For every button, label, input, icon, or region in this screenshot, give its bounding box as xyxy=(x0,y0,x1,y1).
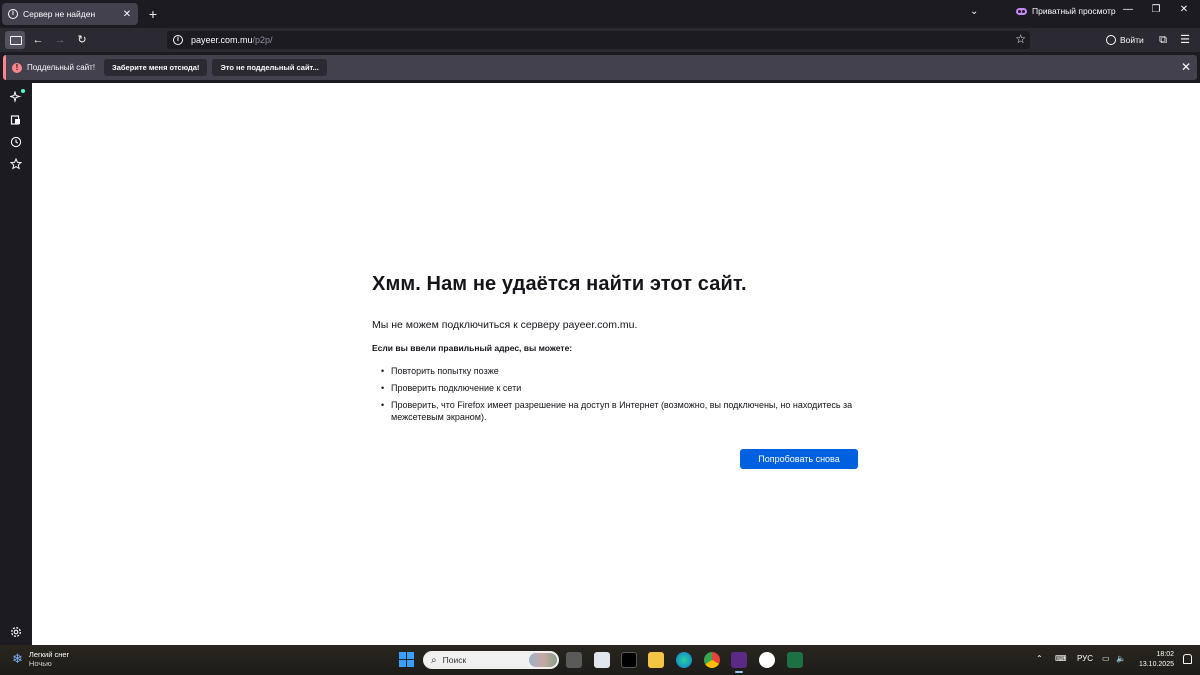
get-me-out-button[interactable]: Заберите меня отсюда! xyxy=(104,59,208,76)
navigation-toolbar: ← → ↻ i payeer.com.mu /p2p/ ☆ Войти ⧉ ☰ xyxy=(0,28,1200,52)
back-button[interactable]: ← xyxy=(29,32,47,48)
synced-tabs-icon[interactable] xyxy=(10,114,22,126)
keyboard-icon[interactable]: ⌨ xyxy=(1055,654,1067,663)
extensions-icon[interactable]: ⧉ xyxy=(1154,32,1172,48)
list-item: Повторить попытку позже xyxy=(372,365,858,377)
minimize-button[interactable]: — xyxy=(1118,4,1138,15)
yandex-browser-icon[interactable] xyxy=(759,652,775,668)
weather-widget[interactable]: ❄ Легкий снег Ночью xyxy=(12,650,69,668)
search-placeholder: Поиск xyxy=(442,655,467,665)
history-icon[interactable] xyxy=(10,136,22,148)
forward-button[interactable]: → xyxy=(51,32,69,48)
search-icon: ⌕ xyxy=(431,654,437,666)
network-icon[interactable]: ▭ xyxy=(1102,654,1110,663)
deceptive-site-notification: ! Поддельный сайт! Заберите меня отсюда!… xyxy=(3,55,1197,80)
tab-strip: i Сервер не найден ✕ + ⌄ Приватный просм… xyxy=(0,0,1200,28)
signin-label: Войти xyxy=(1120,35,1144,45)
status-dot xyxy=(21,89,25,93)
bookmark-star-icon[interactable]: ☆ xyxy=(1015,32,1026,46)
clock-date: 13.10.2025 xyxy=(1138,661,1174,668)
excel-icon[interactable] xyxy=(787,652,803,668)
error-title: Хмм. Нам не удаётся найти этот сайт. xyxy=(372,273,747,295)
try-again-button[interactable]: Попробовать снова xyxy=(740,449,858,469)
volume-icon[interactable]: 🔈 xyxy=(1116,654,1126,663)
private-mask-icon xyxy=(1016,7,1027,15)
notifications-icon[interactable] xyxy=(1183,654,1192,664)
clock[interactable]: 18:02 13.10.2025 xyxy=(1138,650,1174,670)
list-item: Проверить подключение к сети xyxy=(372,382,858,394)
sidebar-toggle-button[interactable] xyxy=(5,31,25,49)
account-signin-button[interactable]: Войти xyxy=(1106,32,1144,48)
sidebar xyxy=(0,83,32,645)
error-subheading: Если вы ввели правильный адрес, вы может… xyxy=(372,343,573,353)
error-container: Хмм. Нам не удаётся найти этот сайт. Мы … xyxy=(372,273,858,428)
private-browsing-indicator: Приватный просмотр xyxy=(1016,6,1116,16)
warning-icon: ! xyxy=(12,62,22,73)
terminal-app-icon[interactable] xyxy=(621,652,637,668)
reload-button[interactable]: ↻ xyxy=(73,32,91,48)
windows-logo-tile xyxy=(407,660,414,667)
new-tab-button[interactable]: + xyxy=(146,5,160,23)
store-icon[interactable] xyxy=(594,652,610,668)
site-info-icon[interactable]: i xyxy=(173,35,183,45)
tab-active[interactable]: i Сервер не найден ✕ xyxy=(2,3,138,25)
url-host: payeer.com.mu xyxy=(191,35,253,45)
url-bar[interactable]: i payeer.com.mu /p2p/ ☆ xyxy=(167,31,1030,49)
tab-title: Сервер не найден xyxy=(23,9,96,19)
sparkle-icon[interactable] xyxy=(8,89,25,103)
chevron-up-icon[interactable]: ⌃ xyxy=(1036,654,1043,663)
bookmarks-icon[interactable] xyxy=(9,157,23,170)
taskbar: ❄ Легкий снег Ночью ⌕ Поиск ⌃ ⌨ РУС ▭ 🔈 xyxy=(0,645,1200,675)
windows-logo-tile xyxy=(407,652,414,659)
tab-close-icon[interactable]: ✕ xyxy=(122,9,132,20)
menu-icon[interactable]: ☰ xyxy=(1176,32,1194,48)
screen: i Сервер не найден ✕ + ⌄ Приватный просм… xyxy=(0,0,1200,675)
list-all-tabs-button[interactable]: ⌄ xyxy=(970,6,978,17)
weather-condition: Легкий снег xyxy=(28,650,70,659)
language-indicator[interactable]: РУС xyxy=(1077,654,1093,663)
close-window-button[interactable]: ✕ xyxy=(1174,4,1194,15)
search-highlight-image xyxy=(529,653,557,667)
file-explorer-icon[interactable] xyxy=(648,652,664,668)
settings-icon[interactable] xyxy=(10,626,22,638)
edge-icon[interactable] xyxy=(676,652,692,668)
weather-period: Ночью xyxy=(28,659,52,668)
url-path: /p2p/ xyxy=(252,35,273,45)
windows-logo-tile xyxy=(399,652,406,659)
clock-time: 18:02 xyxy=(1156,651,1174,658)
page-content: Хмм. Нам не удаётся найти этот сайт. Мы … xyxy=(32,83,1200,645)
suggestions-list: Повторить попытку позже Проверить подклю… xyxy=(372,365,858,423)
taskbar-search[interactable]: ⌕ Поиск xyxy=(423,651,559,669)
restore-button[interactable]: ❐ xyxy=(1146,4,1166,15)
start-button[interactable] xyxy=(399,652,414,667)
account-icon xyxy=(1106,35,1116,45)
info-icon: i xyxy=(8,9,18,19)
windows-logo-tile xyxy=(399,660,406,667)
firefox-private-icon[interactable] xyxy=(731,652,747,673)
error-lead: Мы не можем подключиться к серверу payee… xyxy=(372,319,638,331)
list-item: Проверить, что Firefox имеет разрешение … xyxy=(372,399,858,423)
notification-close-icon[interactable]: ✕ xyxy=(1181,60,1191,74)
not-deceptive-button[interactable]: Это не поддельный сайт... xyxy=(212,59,327,76)
private-browsing-label: Приватный просмотр xyxy=(1032,6,1116,16)
notification-message: Поддельный сайт! xyxy=(27,63,96,72)
chrome-icon[interactable] xyxy=(704,652,720,668)
snow-icon: ❄ xyxy=(12,651,23,666)
task-view-icon[interactable] xyxy=(566,652,582,668)
